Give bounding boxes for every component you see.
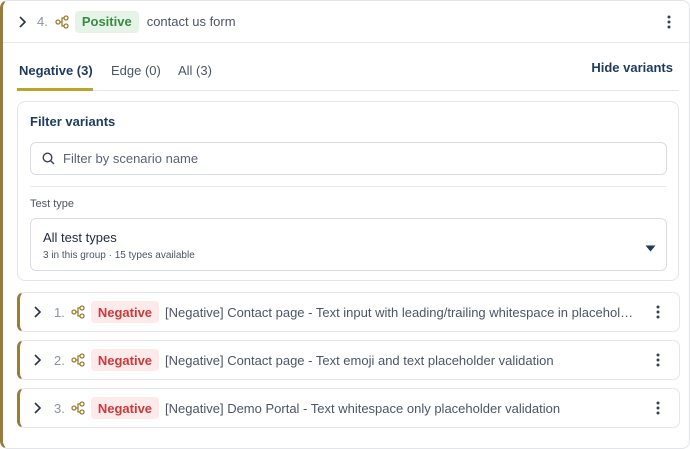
- flow-icon: [71, 353, 85, 367]
- variant-title: [Negative] Contact page - Text emoji and…: [165, 352, 554, 368]
- search-input[interactable]: [63, 151, 643, 166]
- positive-badge: Positive: [74, 10, 139, 33]
- variant-title: [Negative] Demo Portal - Text whitespace…: [165, 400, 561, 416]
- kebab-icon[interactable]: [650, 400, 666, 416]
- variant-row[interactable]: 3. Negative [Negative] Demo Portal - Tex…: [17, 388, 680, 428]
- variant-tabs: Negative (3) Edge (0) All (3) Hide varia…: [17, 53, 679, 91]
- variant-index: 2.: [54, 352, 65, 368]
- variant-row[interactable]: 1. Negative [Negative] Contact page - Te…: [17, 292, 680, 332]
- test-type-label: Test type: [30, 198, 75, 210]
- scenario-card: 4. Positive contact us form Negative (3)…: [0, 0, 690, 449]
- chevron-right-icon[interactable]: [30, 305, 44, 319]
- flow-icon: [71, 401, 85, 415]
- flow-icon: [55, 14, 69, 29]
- negative-badge: Negative: [90, 397, 160, 419]
- test-type-select[interactable]: All test types 3 in this group · 15 type…: [30, 218, 667, 271]
- chevron-right-icon[interactable]: [30, 401, 44, 415]
- filter-title: Filter variants: [30, 114, 116, 129]
- tab-edge[interactable]: Edge (0): [111, 63, 161, 78]
- variant-index: 1.: [54, 304, 65, 320]
- divider: [30, 186, 667, 187]
- tab-negative[interactable]: Negative (3): [19, 63, 93, 78]
- scenario-index: 4.: [37, 14, 48, 29]
- kebab-icon[interactable]: [650, 304, 666, 320]
- search-field[interactable]: [30, 142, 667, 175]
- kebab-icon[interactable]: [650, 352, 666, 368]
- negative-badge: Negative: [90, 301, 160, 323]
- search-icon: [42, 152, 55, 165]
- hide-variants-button[interactable]: Hide variants: [591, 60, 673, 75]
- variant-index: 3.: [54, 400, 65, 416]
- chevron-right-icon[interactable]: [15, 15, 29, 29]
- variant-row[interactable]: 2. Negative [Negative] Contact page - Te…: [17, 340, 680, 380]
- test-type-value: All test types: [43, 230, 117, 245]
- tab-all[interactable]: All (3): [178, 63, 212, 78]
- variant-title: [Negative] Contact page - Text input wit…: [165, 304, 636, 320]
- filter-panel: Filter variants Test type All test types…: [17, 101, 679, 281]
- scenario-title: contact us form: [146, 14, 236, 29]
- chevron-right-icon[interactable]: [30, 353, 44, 367]
- active-tab-indicator: [17, 88, 93, 91]
- scenario-header[interactable]: 4. Positive contact us form: [3, 1, 689, 43]
- negative-badge: Negative: [90, 349, 160, 371]
- flow-icon: [71, 305, 85, 319]
- test-type-count: 3 in this group · 15 types available: [43, 250, 195, 261]
- kebab-icon[interactable]: [661, 14, 677, 30]
- caret-down-icon: [645, 240, 656, 255]
